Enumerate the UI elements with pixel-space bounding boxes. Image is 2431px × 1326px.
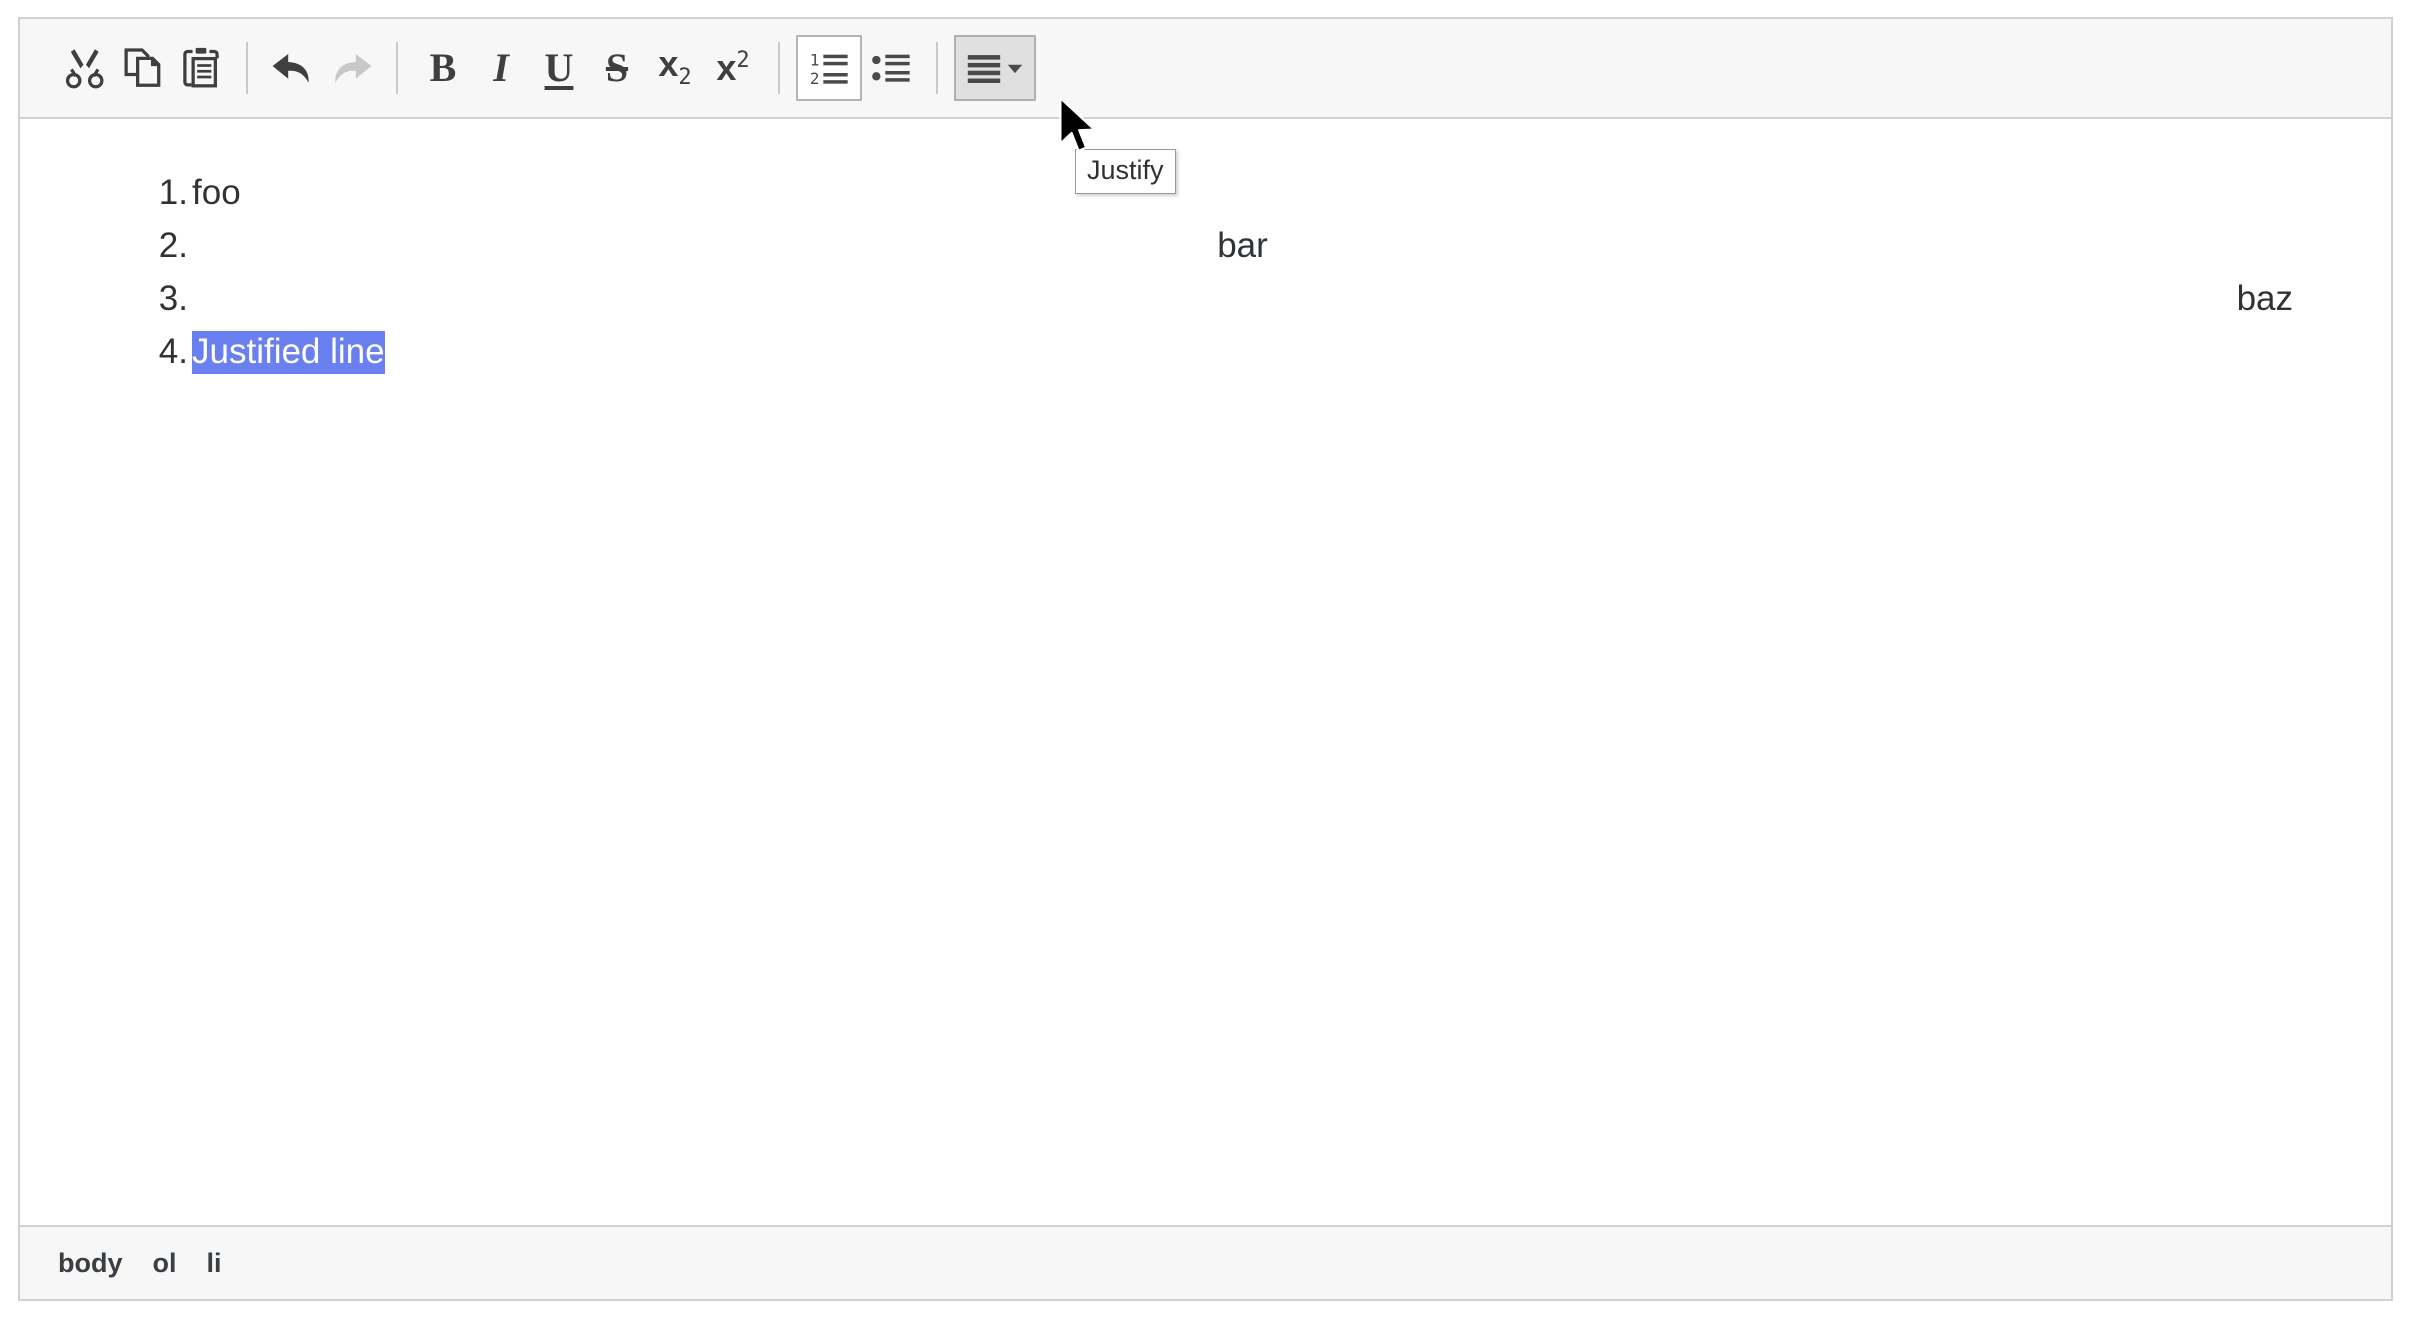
list-item-text-selected: Justified line [192,331,385,374]
bold-button[interactable]: B [414,39,472,97]
undo-arrow-icon [269,44,317,92]
toolbar-group-alignment [954,35,1036,101]
redo-button[interactable] [322,39,380,97]
toolbar-group-clipboard [56,39,230,97]
strikethrough-icon: S [605,45,629,90]
paste-icon [178,45,224,91]
bulleted-list-icon [871,48,911,88]
superscript-icon: x2 [716,50,749,86]
chevron-down-icon [1006,59,1024,77]
toolbar-separator [246,42,248,94]
cut-button[interactable] [56,39,114,97]
editor-toolbar: B I U S x2 x2 1 2 Justify [20,19,2391,195]
subscript-icon: x2 [658,46,691,89]
bold-icon: B [429,45,457,90]
superscript-button[interactable]: x2 [704,39,762,97]
justify-icon [966,50,1002,86]
copy-button[interactable] [114,39,172,97]
svg-text:2: 2 [810,69,820,88]
redo-arrow-icon [327,44,375,92]
underline-button[interactable]: U [530,39,588,97]
numbered-list-icon: 1 2 [809,48,849,88]
numbered-list-button[interactable]: 1 2 [796,35,862,101]
undo-button[interactable] [264,39,322,97]
justify-dropdown-button[interactable] [954,35,1036,101]
toolbar-separator [778,42,780,94]
editor-content-area[interactable]: foo bar baz Justified line [20,119,2391,1225]
underline-icon: U [544,45,574,90]
italic-icon: I [493,45,509,90]
element-path-body[interactable]: body [58,1248,123,1279]
copy-icon [120,45,166,91]
toolbar-group-lists: 1 2 [796,35,920,101]
scissors-icon [62,45,108,91]
justify-tooltip: Justify [1075,149,1176,195]
element-path-ol[interactable]: ol [153,1248,177,1279]
bulleted-list-button[interactable] [862,39,920,97]
list-item[interactable]: bar [20,220,2391,272]
subscript-base: x [658,43,679,85]
toolbar-separator [936,42,938,94]
subscript-button[interactable]: x2 [646,39,704,97]
toolbar-group-history [264,39,380,97]
editor-shell: B I U S x2 x2 1 2 Justify foo bar baz Ju… [18,17,2393,1301]
list-item[interactable]: Justified line [20,326,2391,378]
list-item[interactable]: foo [20,167,2391,219]
paste-button[interactable] [172,39,230,97]
list-item-text: bar [1217,226,1268,265]
strikethrough-button[interactable]: S [588,39,646,97]
italic-button[interactable]: I [472,39,530,97]
subscript-digit: 2 [678,65,692,91]
ordered-list[interactable]: foo bar baz Justified line [20,167,2391,378]
list-item-text: foo [192,173,241,212]
svg-text:1: 1 [810,50,820,69]
toolbar-group-basic-styles: B I U S x2 x2 [414,39,762,97]
element-path-bar: body ol li [20,1225,2391,1299]
list-item[interactable]: baz [20,273,2391,325]
list-item-text: baz [2236,279,2293,318]
superscript-base: x [716,47,737,88]
superscript-digit: 2 [736,48,750,73]
toolbar-separator [396,42,398,94]
element-path-li[interactable]: li [207,1248,222,1279]
